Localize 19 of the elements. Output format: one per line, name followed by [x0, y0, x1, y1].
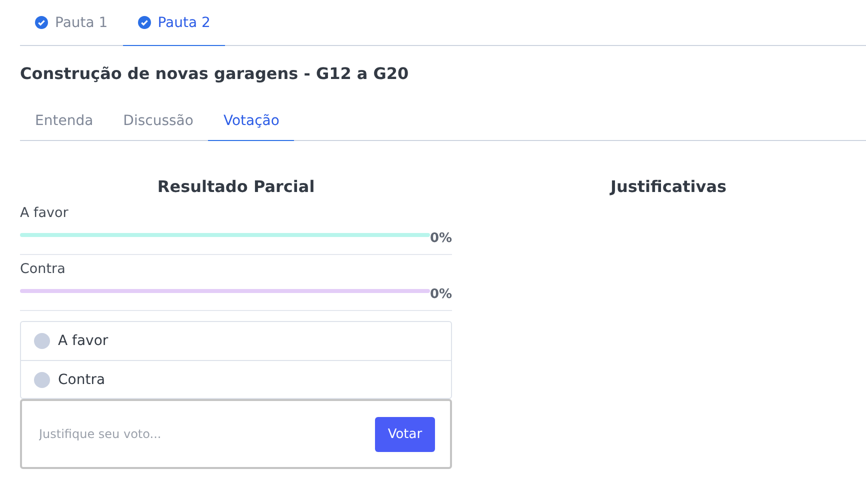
- radio-button[interactable]: [34, 333, 50, 349]
- radio-button[interactable]: [34, 372, 50, 388]
- section-tab[interactable]: Votação: [208, 101, 294, 141]
- agenda-tab[interactable]: Pauta 2: [122, 0, 226, 46]
- option-label[interactable]: Contra: [58, 372, 106, 388]
- check-circle-icon: [138, 16, 151, 29]
- section-heading: Resultado Parcial: [156, 177, 316, 198]
- section-tab[interactable]: Discussão: [108, 101, 208, 141]
- percentage: 0%: [430, 287, 452, 302]
- result-label: A favor: [20, 205, 68, 221]
- check-circle-icon: [35, 16, 48, 29]
- option-label[interactable]: A favor: [58, 333, 108, 349]
- percentage: 0%: [430, 231, 452, 246]
- agenda-tab[interactable]: Pauta 1: [20, 0, 123, 46]
- section-tab[interactable]: Entenda: [20, 101, 108, 141]
- result-label: Contra: [20, 261, 66, 277]
- section-heading: Justificativas: [608, 177, 728, 198]
- page-title: Construção de novas garagens - G12 a G20: [20, 64, 410, 85]
- vote-button[interactable]: Votar: [374, 416, 436, 452]
